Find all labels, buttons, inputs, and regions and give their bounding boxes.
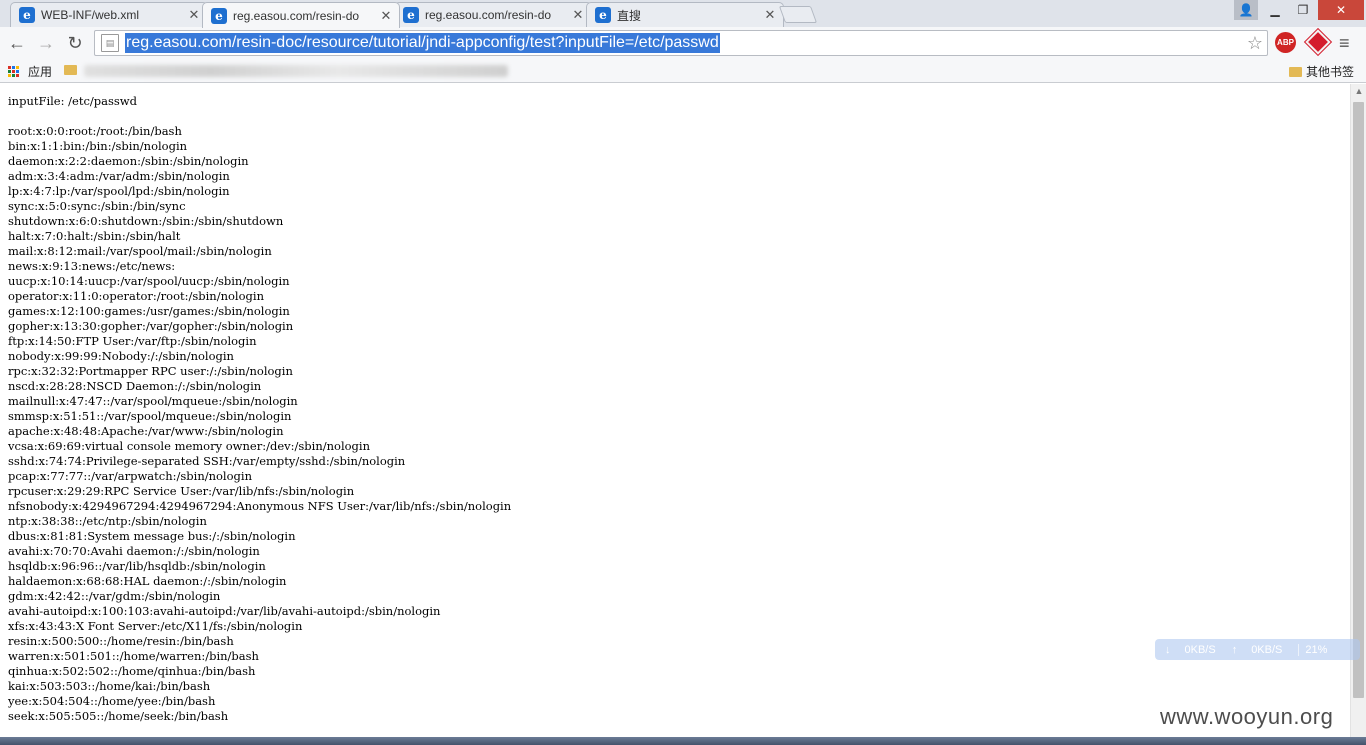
tab-title: reg.easou.com/resin-do bbox=[425, 8, 552, 22]
passwd-line: hsqldb:x:96:96::/var/lib/hsqldb:/sbin/no… bbox=[8, 559, 266, 573]
passwd-line: sync:x:5:0:sync:/sbin:/bin/sync bbox=[8, 199, 186, 213]
close-icon[interactable]: ✕ bbox=[571, 7, 585, 23]
close-icon[interactable]: ✕ bbox=[379, 8, 393, 24]
blurred-bookmarks bbox=[84, 65, 508, 77]
passwd-line: bin:x:1:1:bin:/bin:/sbin/nologin bbox=[8, 139, 188, 153]
passwd-line: halt:x:7:0:halt:/sbin:/sbin/halt bbox=[8, 229, 181, 243]
passwd-line: vcsa:x:69:69:virtual console memory owne… bbox=[8, 439, 370, 453]
bookmark-folder[interactable] bbox=[64, 65, 81, 75]
passwd-line: nscd:x:28:28:NSCD Daemon:/:/sbin/nologin bbox=[8, 379, 262, 393]
adblock-plus-icon[interactable]: ABP bbox=[1275, 32, 1296, 53]
passwd-line: gdm:x:42:42::/var/gdm:/sbin/nologin bbox=[8, 589, 221, 603]
passwd-line: sshd:x:74:74:Privilege-separated SSH:/va… bbox=[8, 454, 406, 468]
passwd-line: pcap:x:77:77::/var/arpwatch:/sbin/nologi… bbox=[8, 469, 252, 483]
download-speed: 0KB/S bbox=[1184, 643, 1216, 656]
passwd-line: apache:x:48:48:Apache:/var/www:/sbin/nol… bbox=[8, 424, 284, 438]
passwd-line: shutdown:x:6:0:shutdown:/sbin:/sbin/shut… bbox=[8, 214, 284, 228]
passwd-line: mailnull:x:47:47::/var/spool/mqueue:/sbi… bbox=[8, 394, 298, 408]
tab-resin-doc-active[interactable]: e reg.easou.com/resin-do ✕ bbox=[202, 2, 400, 28]
passwd-line: qinhua:x:502:502::/home/qinhua:/bin/bash bbox=[8, 664, 256, 678]
folder-icon bbox=[64, 65, 77, 75]
passwd-line bbox=[8, 109, 511, 124]
scroll-thumb[interactable] bbox=[1353, 102, 1364, 698]
address-bar[interactable]: ▤ reg.easou.com/resin-doc/resource/tutor… bbox=[94, 30, 1268, 56]
bookmarks-bar: 应用 其他书签 bbox=[0, 59, 1366, 83]
passwd-line: dbus:x:81:81:System message bus:/:/sbin/… bbox=[8, 529, 296, 543]
passwd-line: news:x:9:13:news:/etc/news: bbox=[8, 259, 176, 273]
new-tab-button[interactable] bbox=[778, 6, 818, 23]
passwd-line: rpc:x:32:32:Portmapper RPC user:/:/sbin/… bbox=[8, 364, 293, 378]
passwd-line: rpcuser:x:29:29:RPC Service User:/var/li… bbox=[8, 484, 355, 498]
cpu-usage: 21% bbox=[1298, 643, 1327, 656]
passwd-line: gopher:x:13:30:gopher:/var/gopher:/sbin/… bbox=[8, 319, 294, 333]
minimize-button[interactable]: ▁ bbox=[1262, 0, 1288, 20]
tab-zhisou[interactable]: e 直搜 ✕ bbox=[586, 2, 784, 27]
windows-taskbar bbox=[0, 737, 1366, 745]
passwd-line: seek:x:505:505::/home/seek:/bin/bash bbox=[8, 709, 229, 723]
download-arrow-icon: ↓ bbox=[1165, 643, 1171, 656]
passwd-file-output: inputFile: /etc/passwd root:x:0:0:root:/r… bbox=[8, 94, 511, 724]
other-bookmarks[interactable]: 其他书签 bbox=[1289, 63, 1354, 80]
apps-grid-icon bbox=[8, 65, 20, 78]
restore-button[interactable]: ❐ bbox=[1290, 0, 1316, 20]
close-icon[interactable]: ✕ bbox=[763, 7, 777, 23]
ie-e-icon: e bbox=[403, 7, 419, 23]
tab-strip: e WEB-INF/web.xml ✕ e reg.easou.com/resi… bbox=[0, 0, 1366, 28]
browser-toolbar: ← → ↻ ▤ reg.easou.com/resin-doc/resource… bbox=[0, 27, 1366, 59]
tab-web-xml[interactable]: e WEB-INF/web.xml ✕ bbox=[10, 2, 208, 27]
tab-title: reg.easou.com/resin-do bbox=[233, 8, 360, 23]
passwd-line: yee:x:504:504::/home/yee:/bin/bash bbox=[8, 694, 216, 708]
url-text[interactable]: reg.easou.com/resin-doc/resource/tutoria… bbox=[125, 33, 720, 53]
bookmark-star-icon[interactable]: ☆ bbox=[1247, 33, 1263, 54]
network-speed-widget: ↓ 0KB/S ↑ 0KB/S 21% bbox=[1155, 639, 1360, 660]
upload-speed: 0KB/S bbox=[1251, 643, 1283, 656]
passwd-line: avahi:x:70:70:Avahi daemon:/:/sbin/nolog… bbox=[8, 544, 260, 558]
page-content: inputFile: /etc/passwd root:x:0:0:root:/r… bbox=[0, 84, 1350, 737]
passwd-line: games:x:12:100:games:/usr/games:/sbin/no… bbox=[8, 304, 290, 318]
watermark-text: www.wooyun.org bbox=[1160, 704, 1334, 729]
user-profile-icon[interactable]: 👤 bbox=[1234, 0, 1258, 20]
hamburger-menu-icon[interactable]: ≡ bbox=[1339, 33, 1350, 54]
ie-e-icon: e bbox=[19, 7, 35, 23]
ie-e-icon: e bbox=[595, 7, 611, 23]
passwd-line: xfs:x:43:43:X Font Server:/etc/X11/fs:/s… bbox=[8, 619, 303, 633]
passwd-line: resin:x:500:500::/home/resin:/bin/bash bbox=[8, 634, 234, 648]
passwd-line: nobody:x:99:99:Nobody:/:/sbin/nologin bbox=[8, 349, 234, 363]
passwd-line: kai:x:503:503::/home/kai:/bin/bash bbox=[8, 679, 211, 693]
extension-diamond-icon[interactable] bbox=[1303, 27, 1333, 57]
passwd-line: root:x:0:0:root:/root:/bin/bash bbox=[8, 124, 182, 138]
tab-title: 直搜 bbox=[617, 8, 642, 23]
passwd-line: haldaemon:x:68:68:HAL daemon:/:/sbin/nol… bbox=[8, 574, 287, 588]
tab-title: WEB-INF/web.xml bbox=[41, 8, 140, 22]
passwd-line: ftp:x:14:50:FTP User:/var/ftp:/sbin/nolo… bbox=[8, 334, 257, 348]
apps-shortcut[interactable]: 应用 bbox=[8, 63, 52, 80]
passwd-line: ntp:x:38:38::/etc/ntp:/sbin/nologin bbox=[8, 514, 207, 528]
passwd-line: operator:x:11:0:operator:/root:/sbin/nol… bbox=[8, 289, 264, 303]
passwd-line: lp:x:4:7:lp:/var/spool/lpd:/sbin/nologin bbox=[8, 184, 230, 198]
passwd-line: avahi-autoipd:x:100:103:avahi-autoipd:/v… bbox=[8, 604, 441, 618]
folder-icon bbox=[1289, 66, 1302, 77]
forward-arrow-icon[interactable]: → bbox=[34, 31, 58, 55]
passwd-line: adm:x:3:4:adm:/var/adm:/sbin/nologin bbox=[8, 169, 230, 183]
upload-arrow-icon: ↑ bbox=[1231, 643, 1238, 656]
passwd-line: mail:x:8:12:mail:/var/spool/mail:/sbin/n… bbox=[8, 244, 272, 258]
input-file-label: inputFile: /etc/passwd bbox=[8, 94, 137, 108]
passwd-line: uucp:x:10:14:uucp:/var/spool/uucp:/sbin/… bbox=[8, 274, 290, 288]
passwd-line: nfsnobody:x:4294967294:4294967294:Anonym… bbox=[8, 499, 512, 513]
apps-label: 应用 bbox=[28, 65, 53, 79]
page-icon: ▤ bbox=[101, 34, 119, 52]
passwd-line: warren:x:501:501::/home/warren:/bin/bash bbox=[8, 649, 259, 663]
tab-resin-doc[interactable]: e reg.easou.com/resin-do ✕ bbox=[394, 2, 592, 27]
reload-icon[interactable]: ↻ bbox=[63, 31, 87, 55]
close-icon[interactable]: ✕ bbox=[187, 7, 201, 23]
window-close-button[interactable]: ✕ bbox=[1318, 0, 1364, 20]
scroll-up-arrow-icon[interactable]: ▲ bbox=[1351, 86, 1366, 98]
passwd-line: smmsp:x:51:51::/var/spool/mqueue:/sbin/n… bbox=[8, 409, 292, 423]
ie-e-icon: e bbox=[211, 7, 227, 24]
passwd-line: daemon:x:2:2:daemon:/sbin:/sbin/nologin bbox=[8, 154, 249, 168]
back-arrow-icon[interactable]: ← bbox=[5, 31, 29, 55]
other-bookmarks-label: 其他书签 bbox=[1306, 65, 1355, 79]
